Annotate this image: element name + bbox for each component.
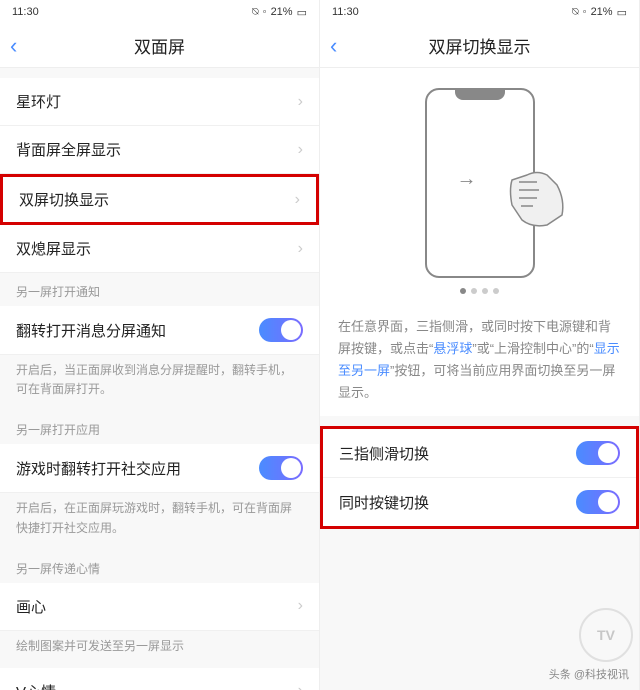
status-bar: 11:30 ⍉ ◦ 21% ▭ [0,0,319,24]
item-both-keys[interactable]: 同时按键切换 [323,478,636,526]
chevron-right-icon: › [298,240,303,258]
back-button[interactable]: ‹ [330,35,337,57]
chevron-right-icon: › [298,93,303,111]
toggle-game-social[interactable] [259,456,303,480]
dot[interactable] [471,288,477,294]
item-game-social[interactable]: 游戏时翻转打开社交应用 [0,444,319,493]
attribution: 头条 @科技视讯 [549,666,629,682]
toggle-both-keys[interactable] [576,490,620,514]
page-title: 双屏切换显示 [320,33,639,58]
gesture-illustration: → [320,68,639,304]
mock-phone-icon: → [425,88,535,278]
chevron-right-icon: › [295,191,300,209]
wifi-icon: ◦ [263,6,267,18]
page-dots [460,288,499,294]
back-button[interactable]: ‹ [10,35,17,57]
gesture-description: 在任意界面，三指侧滑，或同时按下电源键和背屏按键，或点击“悬浮球”或“上滑控制中… [320,304,639,416]
right-phone: 11:30 ⍉ ◦ 21% ▭ ‹ 双屏切换显示 → 在任意界面，三指侧滑，或同… [320,0,640,690]
arrow-right-icon: → [457,168,477,191]
group-mood: 另一屏传递心情 [0,550,319,583]
item-three-finger[interactable]: 三指侧滑切换 [323,429,636,478]
battery-icon: ▭ [297,6,307,19]
chevron-right-icon: › [298,682,303,690]
header: ‹ 双屏切换显示 [320,24,639,68]
item-dual-switch[interactable]: 双屏切换显示 › [0,174,319,225]
hint-game-social: 开启后，在正面屏玩游戏时，翻转手机，可在背面屏快捷打开社交应用。 [0,493,319,549]
dot[interactable] [460,288,466,294]
dot[interactable] [493,288,499,294]
toggle-flip-notify[interactable] [259,318,303,342]
item-back-full[interactable]: 背面屏全屏显示 › [0,126,319,174]
chevron-right-icon: › [298,597,303,615]
dot[interactable] [482,288,488,294]
group-app: 另一屏打开应用 [0,411,319,444]
item-vxin[interactable]: V心情 › [0,668,319,690]
chevron-right-icon: › [298,141,303,159]
dnd-icon: ⍉ [252,6,259,19]
item-ring-light[interactable]: 星环灯 › [0,78,319,126]
hint-flip-notify: 开启后，当正面屏收到消息分屏提醒时，翻转手机，可在背面屏打开。 [0,355,319,411]
header: ‹ 双面屏 [0,24,319,68]
hint-huaxin: 绘制图案并可发送至另一屏显示 [0,631,319,668]
status-time: 11:30 [12,6,39,18]
item-flip-notify[interactable]: 翻转打开消息分屏通知 [0,306,319,355]
dnd-icon: ⍉ [572,6,579,19]
hand-swipe-icon [507,160,567,230]
battery-pct: 21% [591,6,613,18]
switch-methods-group: 三指侧滑切换 同时按键切换 [320,426,639,529]
battery-icon: ▭ [617,6,627,19]
left-phone: 11:30 ⍉ ◦ 21% ▭ ‹ 双面屏 星环灯 › 背面屏全屏显示 › 双屏… [0,0,320,690]
status-time: 11:30 [332,6,359,18]
item-dual-off[interactable]: 双熄屏显示 › [0,225,319,273]
settings-list: 星环灯 › 背面屏全屏显示 › 双屏切换显示 › 双熄屏显示 › 另一屏打开通知… [0,68,319,690]
toggle-three-finger[interactable] [576,441,620,465]
item-huaxin[interactable]: 画心 › [0,583,319,631]
watermark-logo: TV [579,608,633,662]
battery-pct: 21% [271,6,293,18]
group-notify: 另一屏打开通知 [0,273,319,306]
wifi-icon: ◦ [583,6,587,18]
status-bar: 11:30 ⍉ ◦ 21% ▭ [320,0,639,24]
status-right: ⍉ ◦ 21% ▭ [572,6,627,19]
status-right: ⍉ ◦ 21% ▭ [252,6,307,19]
page-title: 双面屏 [0,33,319,58]
